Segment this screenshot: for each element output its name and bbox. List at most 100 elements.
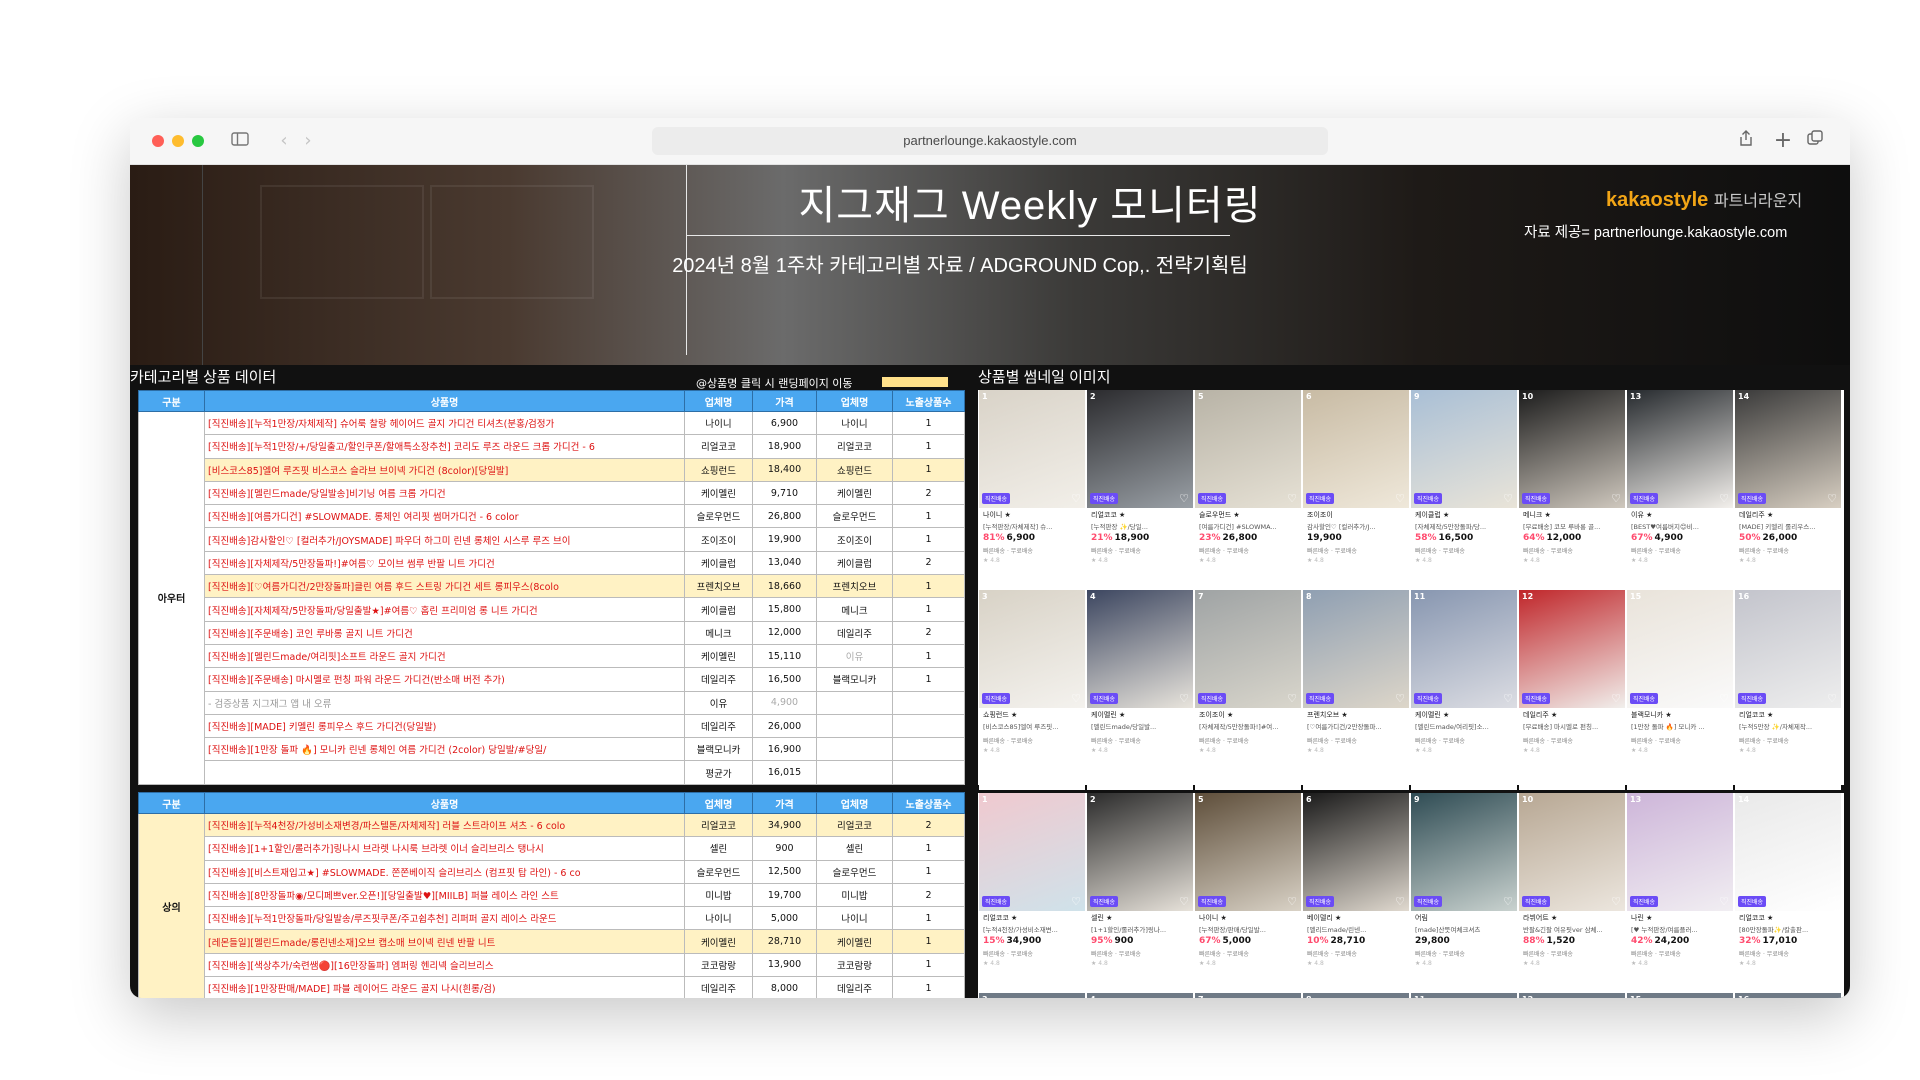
heart-icon[interactable]: ♡ bbox=[1719, 895, 1729, 908]
new-tab-icon[interactable]: + bbox=[1769, 127, 1797, 155]
minimize-window-button[interactable] bbox=[172, 135, 184, 147]
product-thumbnail[interactable]: 9 직진배송 ♡ bbox=[1411, 390, 1517, 508]
product-card[interactable]: 14 직진배송 ♡ 데일리주 ★ [MADE] 키멜리 롤리우스... 50% 26,000… bbox=[1735, 390, 1841, 590]
product-thumbnail[interactable]: 6 직진배송 ♡ bbox=[1303, 390, 1409, 508]
heart-icon[interactable]: ♡ bbox=[1395, 492, 1405, 505]
zoom-window-button[interactable] bbox=[192, 135, 204, 147]
product-thumbnail[interactable]: 15 직진배송 ♡ bbox=[1627, 590, 1733, 708]
product-card[interactable]: 7 직진배송 ♡ 조이조이 ★ [자체제작/5만장돌파!]#여... 빠른배송 · 무료배… bbox=[1195, 590, 1301, 790]
heart-icon[interactable]: ♡ bbox=[1287, 692, 1297, 705]
product-card[interactable]: 6 직진배송 ♡ 베이델리 ★ [멜리드made/린넨... 10% 28,710 빠른배송 … bbox=[1303, 793, 1409, 993]
product-card[interactable]: 2 직진배송 ♡ 리얼코코 ★ [누적판장 ✨/당일... 21% 18,900 빠른배송 ·… bbox=[1087, 390, 1193, 590]
product-card[interactable]: 1 직진배송 ♡ 리얼코코 ★ [누적4천장/가성비소재변... 15% 34,900 빠른배… bbox=[979, 793, 1085, 993]
sidebar-icon[interactable] bbox=[226, 127, 254, 155]
heart-icon[interactable]: ♡ bbox=[1503, 492, 1513, 505]
product-name-link[interactable]: [직진배송][여름가디건] #SLOWMADE. 롱체인 여리핏 썸머가디건 -… bbox=[204, 504, 685, 529]
product-name-link[interactable]: [직진배송][누적1만장/+/당일출고/할인쿠폰/할애특소장추천] 코리도 루즈… bbox=[204, 434, 685, 459]
product-card[interactable]: 5 직진배송 ♡ 나이니 ★ [누적판장/판매/당일발... 67% 5,000 빠른배송 ·… bbox=[1195, 793, 1301, 993]
product-card[interactable]: 4 bbox=[1087, 993, 1193, 998]
product-thumbnail[interactable]: 8 직진배송 ♡ bbox=[1303, 590, 1409, 708]
product-card[interactable]: 8 bbox=[1303, 993, 1409, 998]
product-thumbnail[interactable]: 9 직진배송 ♡ bbox=[1411, 793, 1517, 911]
heart-icon[interactable]: ♡ bbox=[1611, 692, 1621, 705]
product-card[interactable]: 2 직진배송 ♡ 셀린 ★ [1+1할인/롤러추가]링나... 95% 900 빠른배송 · … bbox=[1087, 793, 1193, 993]
product-name-link[interactable]: [직진배송][주문배송] 코인 루바롱 골지 니트 가디건 bbox=[204, 620, 685, 645]
heart-icon[interactable]: ♡ bbox=[1179, 692, 1189, 705]
product-card[interactable]: 15 직진배송 ♡ 블랙모니카 ★ [1만장 돌파 🔥] 모니카 ... 빠른배송 · 무… bbox=[1627, 590, 1733, 790]
product-name-link[interactable]: [레몬들일][멜린드made/롱린넨소재]오브 캡소매 브이넥 린넨 반팔 니트 bbox=[204, 929, 685, 954]
forward-icon[interactable]: › bbox=[294, 127, 322, 155]
address-bar[interactable]: partnerlounge.kakaostyle.com bbox=[652, 127, 1328, 155]
product-name-link[interactable]: [비스코스85]엘여 루즈핏 비스코스 슬라브 브이넥 가디건 (8color)… bbox=[204, 457, 685, 482]
heart-icon[interactable]: ♡ bbox=[1719, 692, 1729, 705]
product-card[interactable]: 6 직진배송 ♡ 조이조이 감사할인♡ [컬러추가/J... 19,900 빠른배송 · 무… bbox=[1303, 390, 1409, 590]
product-name-link[interactable]: [직진배송][색상추가/숙련쌤🔴][16만장돌파] 엠퍼링 헨리넥 슬리브리스 bbox=[204, 952, 685, 978]
product-card[interactable]: 9 직진배송 ♡ 케이클럽 ★ [자체제작/5만장돌파/당... 58% 16,500 빠른배… bbox=[1411, 390, 1517, 590]
product-name-link[interactable]: - 검증상품 지그재그 앱 내 오류 bbox=[204, 690, 685, 715]
product-name-link[interactable]: [직진배송][♡여름가디건/2만장돌파]클린 여름 후드 스트링 가디건 세트 … bbox=[204, 574, 685, 599]
product-card[interactable]: 11 직진배송 ♡ 케이멜린 ★ [멜린드made/여리핏]소... 빠른배송 · 무료배… bbox=[1411, 590, 1517, 790]
product-card[interactable]: 10 직진배송 ♡ 라뷔어트 ★ 반팔&긴팔 여유핏ver 삼체... 88% 1,520 빠… bbox=[1519, 793, 1625, 993]
heart-icon[interactable]: ♡ bbox=[1827, 895, 1837, 908]
product-thumbnail[interactable]: 10 직진배송 ♡ bbox=[1519, 390, 1625, 508]
product-name-link[interactable] bbox=[204, 760, 685, 785]
product-thumbnail[interactable]: 7 직진배송 ♡ bbox=[1195, 590, 1301, 708]
product-card[interactable]: 10 직진배송 ♡ 메니크 ★ [무료배송] 코모 루바롱 골... 64% 12,000 빠… bbox=[1519, 390, 1625, 590]
product-card[interactable]: 14 직진배송 ♡ 리얼코코 ★ [80만장돌파✨/칼출판... 32% 17,010 빠른배… bbox=[1735, 793, 1841, 993]
product-thumbnail[interactable]: 5 직진배송 ♡ bbox=[1195, 793, 1301, 911]
product-card[interactable]: 12 직진배송 ♡ 데일리주 ★ [무료배송] 마시멜로 펀칭... 빠른배송 · 무료배… bbox=[1519, 590, 1625, 790]
product-thumbnail[interactable]: 16 직진배송 ♡ bbox=[1735, 590, 1841, 708]
product-thumbnail[interactable]: 2 직진배송 ♡ bbox=[1087, 390, 1193, 508]
heart-icon[interactable]: ♡ bbox=[1287, 895, 1297, 908]
product-thumbnail[interactable]: 14 직진배송 ♡ bbox=[1735, 390, 1841, 508]
product-card[interactable]: 9 직진배송 ♡ 어림 [made]산뜻여체크셔츠 29,800 빠른배송 · 무료배송 ★ … bbox=[1411, 793, 1517, 993]
product-card[interactable]: 7 bbox=[1195, 993, 1301, 998]
product-card[interactable]: 5 직진배송 ♡ 슬로우먼드 ★ [여름가디건] #SLOWMA... 23% 26,800… bbox=[1195, 390, 1301, 590]
product-card[interactable]: 4 직진배송 ♡ 케이멜린 ★ [멜린드made/당일발... 빠른배송 · 무료배송 ★ … bbox=[1087, 590, 1193, 790]
heart-icon[interactable]: ♡ bbox=[1179, 895, 1189, 908]
product-name-link[interactable]: [직진배송][주문배송] 마시멜로 펀칭 파워 라운드 가디건(반소매 버전 추… bbox=[204, 667, 685, 692]
product-name-link[interactable]: [직진배송][누적4천장/가성비소재변경/파스텔톤/자체제작] 러블 스트라이프… bbox=[204, 812, 685, 838]
product-thumbnail[interactable]: 14 직진배송 ♡ bbox=[1735, 793, 1841, 911]
product-card[interactable]: 8 직진배송 ♡ 프렌치오브 ★ [♡여름가디건/2만장돌파... 빠른배송 · 무료배송… bbox=[1303, 590, 1409, 790]
heart-icon[interactable]: ♡ bbox=[1071, 692, 1081, 705]
product-thumbnail[interactable]: 13 직진배송 ♡ bbox=[1627, 390, 1733, 508]
heart-icon[interactable]: ♡ bbox=[1071, 492, 1081, 505]
product-card[interactable]: 11 bbox=[1411, 993, 1517, 998]
heart-icon[interactable]: ♡ bbox=[1827, 492, 1837, 505]
product-card[interactable]: 1 직진배송 ♡ 나이니 ★ [누적판장/자체제작] 슈... 81% 6,900 빠른배송 … bbox=[979, 390, 1085, 590]
heart-icon[interactable]: ♡ bbox=[1611, 492, 1621, 505]
product-thumbnail[interactable]: 6 직진배송 ♡ bbox=[1303, 793, 1409, 911]
product-name-link[interactable]: [직진배송][8만장돌파◉/모디페쁘ver.오픈!][당일출발♥][MIILB]… bbox=[204, 882, 685, 908]
product-thumbnail[interactable]: 10 직진배송 ♡ bbox=[1519, 793, 1625, 911]
share-icon[interactable] bbox=[1732, 127, 1760, 155]
product-thumbnail[interactable]: 1 직진배송 ♡ bbox=[979, 390, 1085, 508]
heart-icon[interactable]: ♡ bbox=[1395, 895, 1405, 908]
product-name-link[interactable]: [직진배송][비스트재입고★] #SLOWMADE. 쫀쫀베이직 슬리브리스 (… bbox=[204, 859, 685, 884]
heart-icon[interactable]: ♡ bbox=[1287, 492, 1297, 505]
close-window-button[interactable] bbox=[152, 135, 164, 147]
heart-icon[interactable]: ♡ bbox=[1503, 692, 1513, 705]
product-card[interactable]: 3 직진배송 ♡ 쇼핑런드 ★ [비스코스85]엘여 루즈핏... 빠른배송 · 무료배송… bbox=[979, 590, 1085, 790]
product-thumbnail[interactable]: 5 직진배송 ♡ bbox=[1195, 390, 1301, 508]
heart-icon[interactable]: ♡ bbox=[1719, 492, 1729, 505]
heart-icon[interactable]: ♡ bbox=[1071, 895, 1081, 908]
product-name-link[interactable]: [직진배송][자체제작/5만장돌파!]#여름♡ 모이브 썸루 반팔 니트 가디건 bbox=[204, 550, 685, 576]
product-card[interactable]: 12 bbox=[1519, 993, 1625, 998]
product-name-link[interactable]: [직진배송][1+1할인/롤러추가]링나시 브라렛 나시룩 브라렛 이너 슬리브… bbox=[204, 836, 685, 861]
product-name-link[interactable]: [직진배송][누적1만장/자체제작] 슈어룩 찰랑 헤이어드 골지 가디건 티셔… bbox=[204, 410, 685, 436]
product-name-link[interactable]: [직진배송][멜린드made/당일발송]비기닝 여름 크롭 가디건 bbox=[204, 480, 685, 506]
product-thumbnail[interactable]: 4 직진배송 ♡ bbox=[1087, 590, 1193, 708]
product-thumbnail[interactable]: 3 직진배송 ♡ bbox=[979, 590, 1085, 708]
product-thumbnail[interactable]: 13 직진배송 ♡ bbox=[1627, 793, 1733, 911]
product-thumbnail[interactable]: 1 직진배송 ♡ bbox=[979, 793, 1085, 911]
product-card[interactable]: 3 bbox=[979, 993, 1085, 998]
tab-overview-icon[interactable] bbox=[1801, 127, 1829, 155]
product-name-link[interactable]: [직진배송][MADE] 키멜린 롱피우스 후드 가디건(당일발) bbox=[204, 713, 685, 739]
heart-icon[interactable]: ♡ bbox=[1611, 895, 1621, 908]
product-card[interactable]: 16 직진배송 ♡ 리얼코코 ★ [누적5만장 ✨/자체제작... 빠른배송 · 무료배송… bbox=[1735, 590, 1841, 790]
product-card[interactable]: 13 직진배송 ♡ 이유 ★ [BEST♥여름버지😊비... 67% 4,900 빠른배송 ·… bbox=[1627, 390, 1733, 590]
product-card[interactable]: 13 직진배송 ♡ 나린 ★ [♥ 누적판장/여름플러... 42% 24,200 빠른배송 … bbox=[1627, 793, 1733, 993]
product-card[interactable]: 16 bbox=[1735, 993, 1841, 998]
heart-icon[interactable]: ♡ bbox=[1827, 692, 1837, 705]
